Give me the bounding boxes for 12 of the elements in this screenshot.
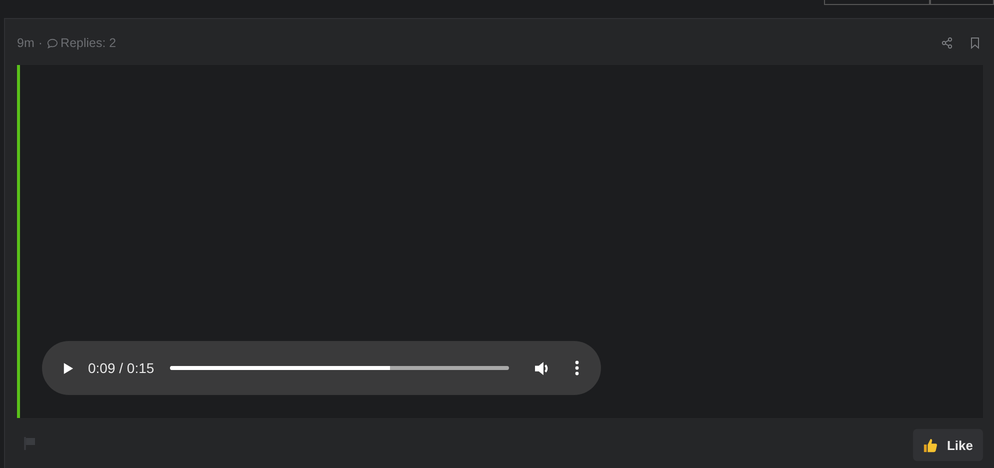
- bookmark-icon[interactable]: [970, 37, 980, 49]
- more-icon[interactable]: [575, 360, 579, 376]
- progress-bar[interactable]: [170, 366, 509, 370]
- like-button[interactable]: Like: [912, 429, 983, 461]
- share-icon[interactable]: [941, 37, 953, 49]
- post-age: 9m: [17, 36, 34, 50]
- separator: ·: [38, 36, 43, 50]
- replies-count: Replies: 2: [60, 36, 116, 50]
- time-display: 0:09 / 0:15: [88, 360, 154, 376]
- thumbs-up-icon: [922, 438, 938, 452]
- comment-icon: [46, 38, 58, 48]
- play-icon[interactable]: [63, 362, 74, 374]
